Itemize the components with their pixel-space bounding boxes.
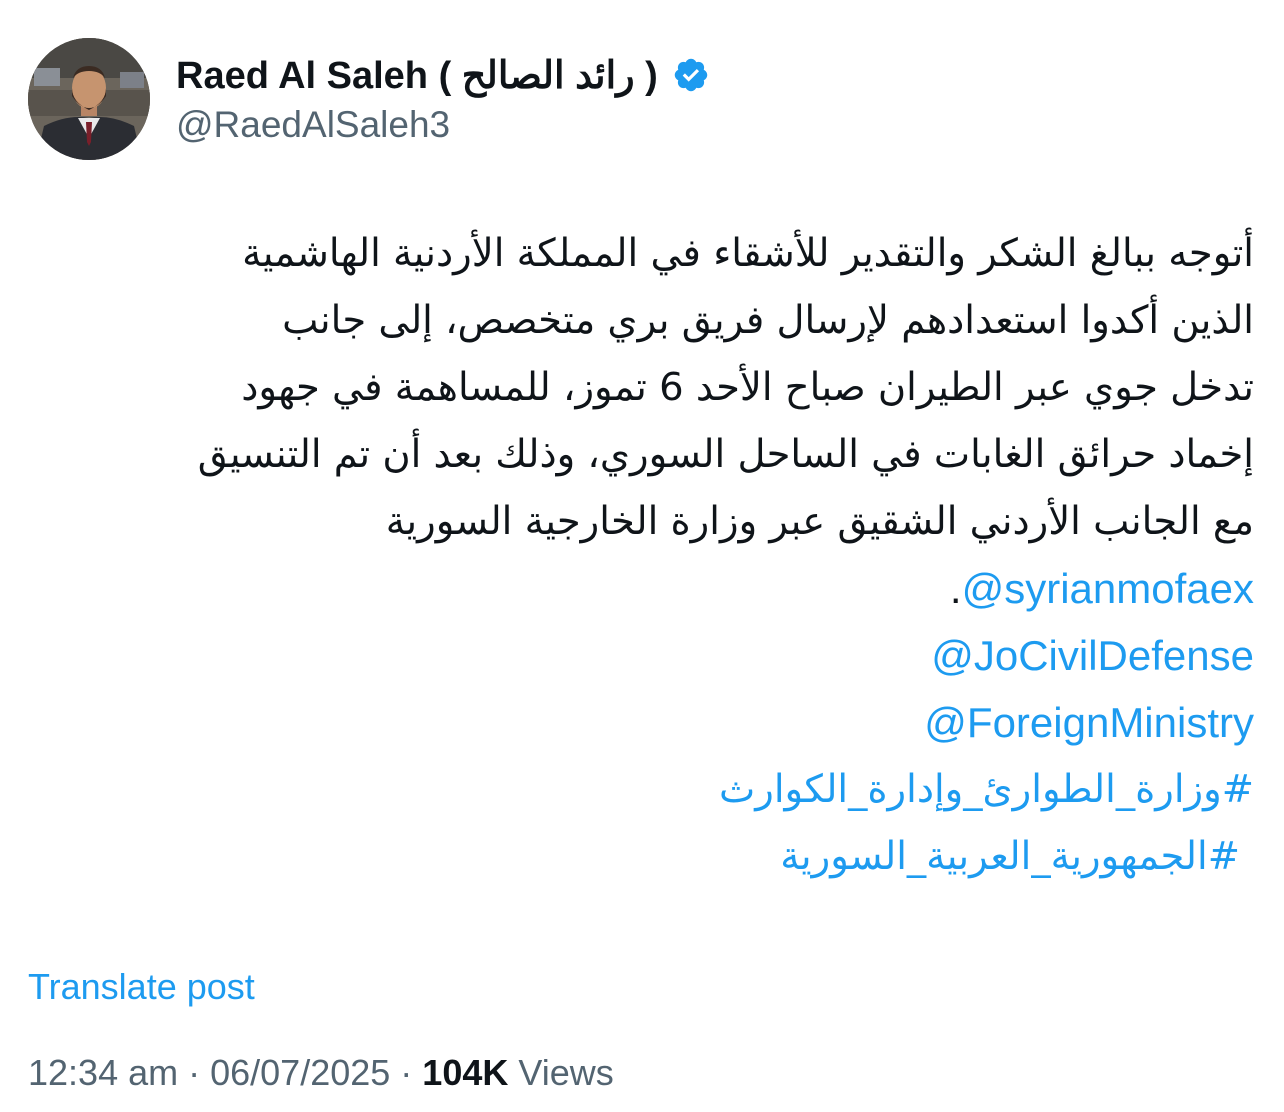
post-body: أتوجه ببالغ الشكر والتقدير للأشقاء في ال… bbox=[24, 220, 1254, 890]
post-text-line: مع الجانب الأردني الشقيق عبر وزارة الخار… bbox=[385, 499, 1254, 544]
mention-link-foreignministry[interactable]: @ForeignMinistry bbox=[24, 689, 1254, 756]
post-time[interactable]: 12:34 am bbox=[28, 1052, 178, 1093]
meta-separator: · bbox=[178, 1052, 211, 1093]
mention-link-syrianmofaex[interactable]: @syrianmofaex bbox=[962, 565, 1254, 612]
hashtag-link-emergency-ministry[interactable]: #وزارة_الطوارئ_وإدارة_الكوارث bbox=[24, 756, 1254, 823]
post-text-line: تدخل جوي عبر الطيران صباح الأحد 6 تموز، … bbox=[241, 365, 1254, 410]
post-text-line: أتوجه ببالغ الشكر والتقدير للأشقاء في ال… bbox=[242, 231, 1254, 276]
author-name-row: Raed Al Saleh ( رائد الصالح ) bbox=[176, 50, 710, 100]
avatar-image bbox=[28, 38, 150, 160]
post-text-line: الذين أكدوا استعدادهم لإرسال فريق بري مت… bbox=[282, 298, 1254, 343]
mention-line: .@syrianmofaex bbox=[24, 555, 1254, 622]
post-date[interactable]: 06/07/2025 bbox=[210, 1052, 390, 1093]
post-meta: 12:34 am · 06/07/2025 · 104K Views bbox=[28, 1052, 614, 1094]
views-label[interactable]: Views bbox=[508, 1052, 613, 1093]
avatar[interactable] bbox=[28, 38, 150, 160]
meta-separator: · bbox=[390, 1052, 423, 1093]
hashtag-link-syrian-arab-republic[interactable]: #الجمهورية_العربية_السورية bbox=[24, 823, 1254, 890]
post-text-line: إخماد حرائق الغابات في الساحل السوري، وذ… bbox=[197, 432, 1254, 477]
views-count[interactable]: 104K bbox=[422, 1052, 508, 1093]
verified-badge-icon[interactable] bbox=[672, 56, 710, 94]
post-text: أتوجه ببالغ الشكر والتقدير للأشقاء في ال… bbox=[24, 220, 1254, 555]
author-display-name[interactable]: Raed Al Saleh ( رائد الصالح ) bbox=[176, 53, 658, 98]
author-handle[interactable]: @RaedAlSaleh3 bbox=[176, 104, 450, 146]
mention-suffix: . bbox=[949, 565, 962, 612]
mention-link-jocivildefense[interactable]: @JoCivilDefense bbox=[24, 622, 1254, 689]
translate-post-link[interactable]: Translate post bbox=[28, 966, 255, 1008]
